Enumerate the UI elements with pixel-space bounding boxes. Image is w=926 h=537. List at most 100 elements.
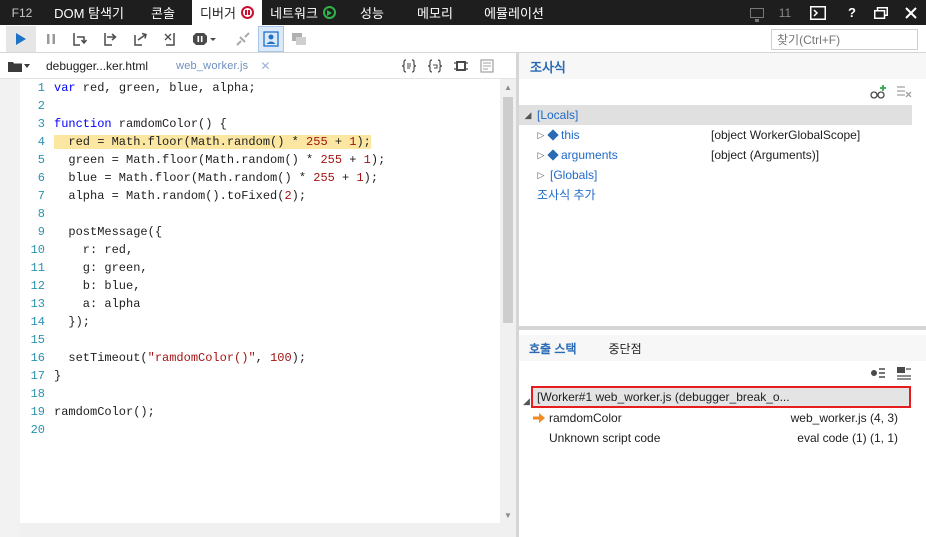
- tab-emulation[interactable]: 에뮬레이션: [470, 0, 558, 25]
- code-text: red = Math.floor(Math.random() * 255 + 1…: [54, 135, 371, 149]
- close-tab-icon[interactable]: ✕: [260, 59, 270, 73]
- code-line[interactable]: 18: [20, 385, 500, 403]
- scroll-down-icon[interactable]: ▼: [500, 507, 516, 523]
- current-frame-arrow-icon: [533, 413, 545, 423]
- callstack-frame-row[interactable]: ramdomColor web_worker.js (4, 3): [519, 408, 926, 428]
- just-my-code-icon[interactable]: [258, 25, 284, 52]
- callstack-frame-row[interactable]: Unknown script code eval code (1) (1, 1): [519, 428, 926, 448]
- code-text: }: [54, 369, 62, 383]
- target-picker-icon[interactable]: [742, 0, 772, 25]
- continue-icon[interactable]: [6, 25, 36, 52]
- code-text: function ramdomColor() {: [54, 117, 227, 131]
- worker-thread-row[interactable]: ◢ [Worker#1 web_worker.js (debugger_brea…: [523, 386, 911, 408]
- tab-call-stack[interactable]: 호출 스택: [519, 340, 587, 357]
- exception-behavior-icon[interactable]: [186, 26, 222, 52]
- debug-just-my-code-icon[interactable]: [450, 55, 472, 77]
- step-into-icon[interactable]: [66, 26, 96, 52]
- tab-debugger[interactable]: 디버거: [192, 0, 262, 25]
- step-over-icon[interactable]: [96, 26, 126, 52]
- add-watch-row[interactable]: 조사식 추가: [519, 185, 912, 205]
- code-editor[interactable]: 1 var red, green, blue, alpha; 2 3 function …: [20, 79, 500, 523]
- format-code-icon[interactable]: [398, 55, 420, 77]
- help-icon[interactable]: ?: [838, 0, 866, 25]
- tab-performance[interactable]: 성능: [344, 0, 400, 25]
- code-line[interactable]: 20: [20, 421, 500, 439]
- undock-icon[interactable]: [866, 0, 896, 25]
- step-out-icon[interactable]: [126, 26, 156, 52]
- breakpoint-settings-icon[interactable]: [476, 55, 498, 77]
- callstack-tab-bar: 호출 스택 중단점: [519, 335, 926, 361]
- code-line[interactable]: 1 var red, green, blue, alpha;: [20, 79, 500, 97]
- frame-name: ramdomColor: [549, 411, 622, 425]
- code-line[interactable]: 16 setTimeout("ramdomColor()", 100);: [20, 349, 500, 367]
- code-line[interactable]: 4 red = Math.floor(Math.random() * 255 +…: [20, 133, 500, 151]
- code-line[interactable]: 5 green = Math.floor(Math.random() * 255…: [20, 151, 500, 169]
- code-text: r: red,: [54, 243, 134, 257]
- collapse-icon[interactable]: ◢: [523, 105, 533, 125]
- line-number: 17: [30, 369, 45, 383]
- add-watch-icon[interactable]: [868, 83, 888, 101]
- code-line[interactable]: 11 g: green,: [20, 259, 500, 277]
- code-line[interactable]: 2: [20, 97, 500, 115]
- console-toggle-icon[interactable]: [798, 0, 838, 25]
- watch-row-arguments[interactable]: ▷ arguments [object (Arguments)]: [519, 145, 912, 165]
- code-line[interactable]: 19 ramdomColor();: [20, 403, 500, 421]
- watch-panel-header: 조사식: [519, 53, 926, 79]
- code-text: setTimeout("ramdomColor()", 100);: [54, 351, 307, 365]
- code-text: green = Math.floor(Math.random() * 255 +…: [54, 153, 386, 167]
- code-text: ramdomColor();: [54, 405, 155, 419]
- editor-vertical-scrollbar[interactable]: ▲ ▼: [500, 79, 516, 523]
- version-count: 11: [778, 5, 792, 20]
- add-watch-label[interactable]: 조사식 추가: [537, 185, 596, 205]
- delete-all-watches-icon[interactable]: [894, 83, 914, 101]
- find-input[interactable]: [771, 29, 918, 50]
- code-line[interactable]: 3 function ramdomColor() {: [20, 115, 500, 133]
- code-line[interactable]: 8: [20, 205, 500, 223]
- code-line[interactable]: 13 a: alpha: [20, 295, 500, 313]
- watch-row-locals[interactable]: ◢ [Locals]: [519, 105, 912, 125]
- expand-icon[interactable]: ▷: [536, 145, 546, 165]
- panel-splitter[interactable]: [519, 326, 926, 330]
- code-line[interactable]: 6 blue = Math.floor(Math.random() * 255 …: [20, 169, 500, 187]
- watch-name: [Globals]: [550, 168, 598, 182]
- tab-breakpoints[interactable]: 중단점: [599, 340, 652, 357]
- disconnect-icon[interactable]: [228, 26, 258, 52]
- line-number: 7: [37, 189, 45, 203]
- code-line[interactable]: 9 postMessage({: [20, 223, 500, 241]
- open-document-icon[interactable]: [0, 54, 38, 78]
- scroll-thumb[interactable]: [503, 97, 513, 323]
- tab-console[interactable]: 콘솔: [134, 0, 192, 25]
- break-icon[interactable]: [36, 26, 66, 52]
- show-frames-icon[interactable]: [868, 364, 888, 382]
- break-on-new-worker-icon[interactable]: [156, 26, 186, 52]
- tab-network[interactable]: 네트워크: [262, 0, 344, 25]
- watch-title[interactable]: 조사식: [519, 57, 566, 76]
- code-line[interactable]: 14 });: [20, 313, 500, 331]
- tab-dom-explorer[interactable]: DOM 탐색기: [44, 0, 134, 25]
- code-text: var red, green, blue, alpha;: [54, 81, 256, 95]
- code-line[interactable]: 12 b: blue,: [20, 277, 500, 295]
- expand-icon[interactable]: ▷: [536, 165, 546, 185]
- breakpoint-gutter[interactable]: [0, 79, 20, 537]
- frame-location: eval code (1) (1, 1): [797, 431, 898, 445]
- step-back-icon[interactable]: [894, 364, 914, 382]
- expand-icon[interactable]: ▷: [536, 125, 546, 145]
- line-number: 6: [37, 171, 45, 185]
- tab-memory[interactable]: 메모리: [400, 0, 470, 25]
- watch-row-this[interactable]: ▷ this [object WorkerGlobalScope]: [519, 125, 912, 145]
- editor-horizontal-scrollbar[interactable]: [20, 523, 516, 537]
- word-wrap-icon[interactable]: [424, 55, 446, 77]
- code-line[interactable]: 15: [20, 331, 500, 349]
- watch-value: [object (Arguments)]: [711, 148, 820, 162]
- line-number: 4: [37, 135, 45, 149]
- code-line[interactable]: 17}: [20, 367, 500, 385]
- code-line[interactable]: 7 alpha = Math.random().toFixed(2);: [20, 187, 500, 205]
- watch-row-globals[interactable]: ▷ [Globals]: [519, 165, 912, 185]
- scroll-up-icon[interactable]: ▲: [500, 79, 516, 95]
- debug-toolbar: [0, 25, 926, 53]
- code-line[interactable]: 10 r: red,: [20, 241, 500, 259]
- pretty-print-icon[interactable]: [284, 26, 314, 52]
- file-tab-html[interactable]: debugger...ker.html: [38, 59, 156, 73]
- file-tab-worker[interactable]: web_worker.js: [168, 60, 256, 72]
- close-icon[interactable]: [896, 0, 926, 25]
